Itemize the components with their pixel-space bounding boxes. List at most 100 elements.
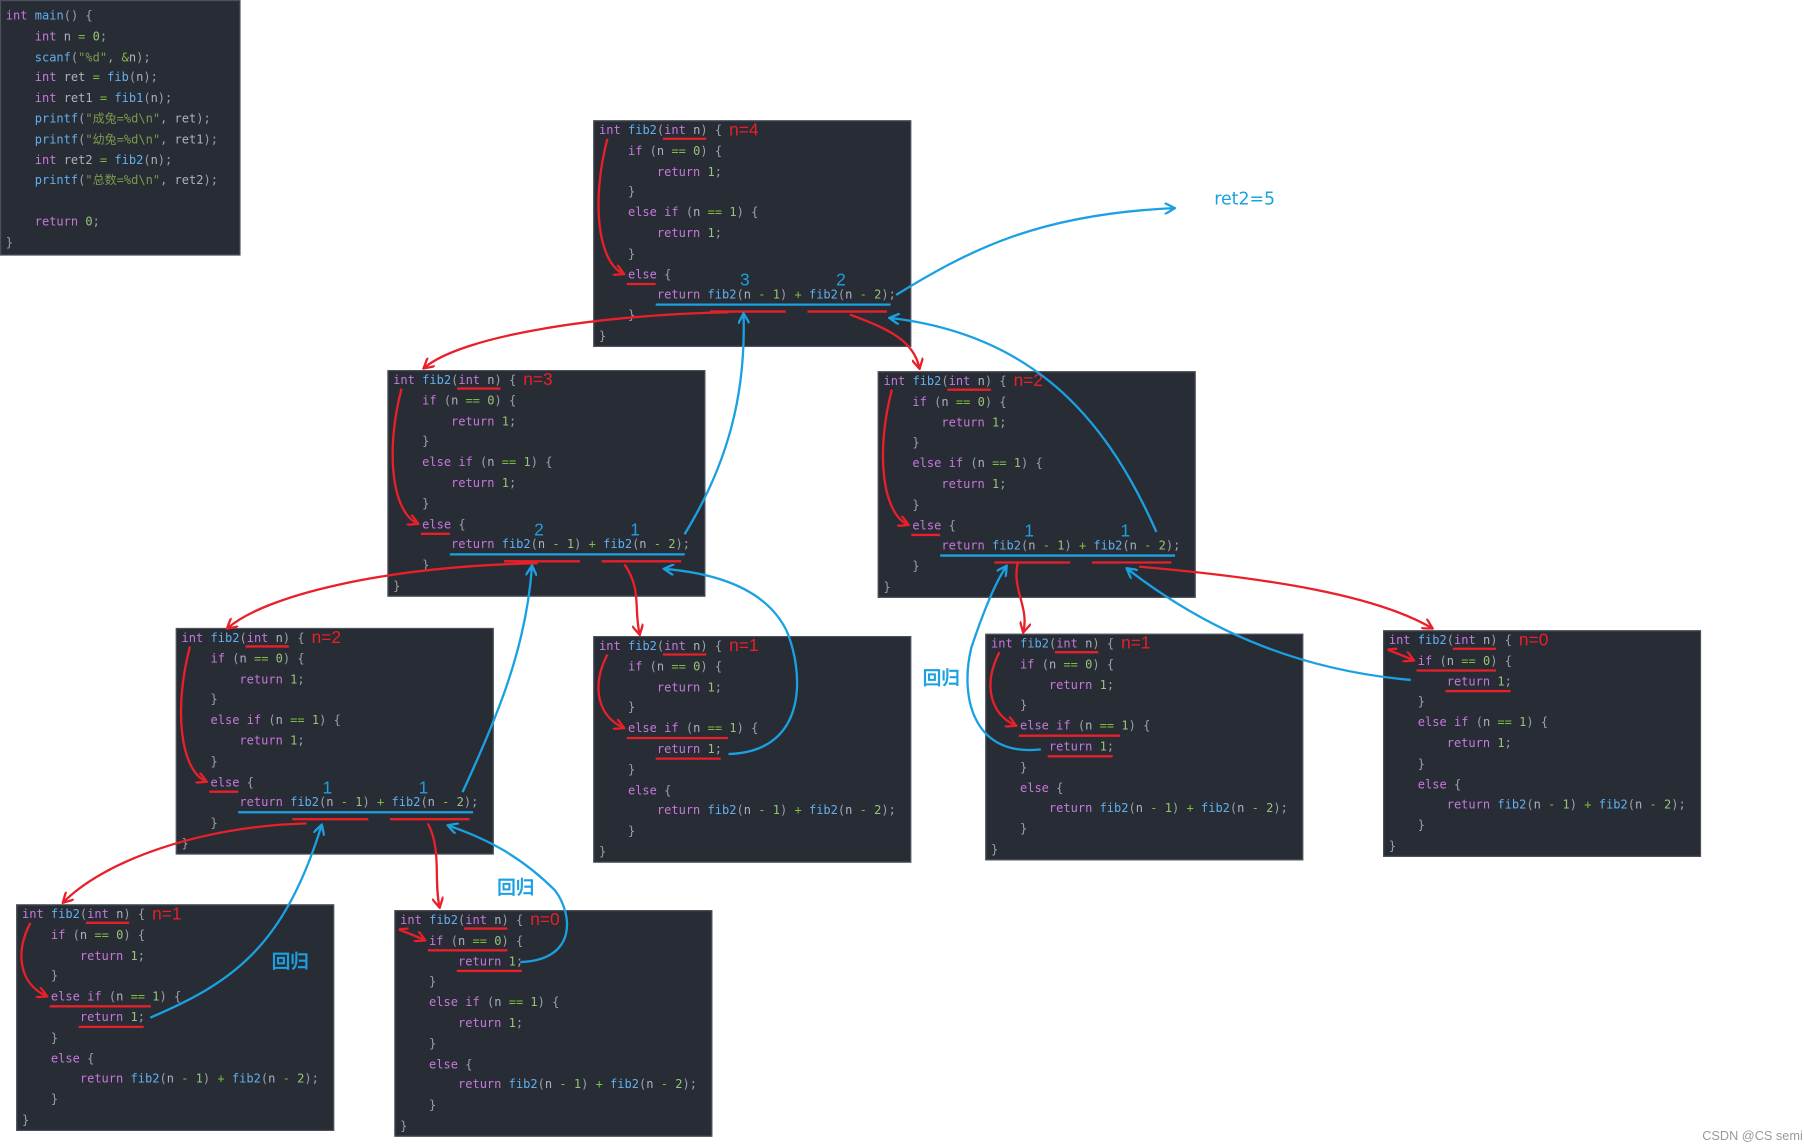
recursion-diagram: int main() { int n = 0; scanf("%d", &n);… [0, 0, 1804, 1147]
fib2-call-box-n2: int fib2(int n) { if (n == 0) { return 1… [877, 371, 1196, 598]
code-line: return 1; [451, 476, 517, 491]
n-value-label: n=1 [1121, 633, 1151, 654]
code-line: return fib2(n - 1) + fib2(n - 2); [941, 539, 1181, 554]
code-line: return 1; [1446, 674, 1512, 689]
main-function-code-box: int main() { int n = 0; scanf("%d", &n);… [0, 0, 241, 256]
code-line: return 1; [656, 742, 723, 757]
code-line: return 1; [656, 680, 723, 695]
code-line: } [1388, 839, 1397, 854]
n-value-label: n=0 [1518, 630, 1549, 650]
code-line: } [627, 308, 636, 323]
code-line: else { [210, 775, 254, 790]
n-value-label: n=2 [311, 627, 342, 648]
code-line: int n = 0; [34, 29, 108, 44]
code-line: } [422, 496, 430, 511]
code-line: printf("幼兔=%d\n", ret1); [34, 132, 218, 147]
code-line: } [883, 580, 891, 595]
code-line: int ret = fib(n); [34, 70, 158, 85]
code-line: else { [1417, 777, 1462, 792]
code-line: else if (n == 1) { [50, 990, 182, 1004]
return-value-label: 2 [534, 519, 544, 540]
return-label: 回归 [271, 950, 309, 973]
code-line: if (n == 0) { [627, 144, 723, 159]
code-line: int ret1 = fib1(n); [34, 91, 173, 106]
n-value-label: n=2 [1013, 371, 1044, 391]
ret2-result-label: ret2=5 [1214, 188, 1276, 210]
code-line: else { [422, 517, 466, 532]
watermark: CSDN @CS semi [1702, 1129, 1803, 1144]
code-line: } [991, 842, 999, 857]
code-line: } [210, 754, 218, 769]
code-line: } [912, 436, 920, 451]
code-line: else if (n == 1) { [627, 206, 759, 220]
return-label: 回归 [497, 876, 535, 899]
code-line: } [1417, 818, 1426, 833]
code-line: return 0; [34, 215, 100, 229]
code-line: if (n == 0) { [1019, 657, 1115, 672]
code-line: return 1; [941, 415, 1007, 430]
code-line: } [422, 435, 430, 450]
code-line: scanf("%d", &n); [34, 50, 151, 65]
code-line: else { [627, 267, 672, 282]
code-line: else if (n == 1) { [912, 456, 1043, 471]
code-line: } [429, 1098, 437, 1113]
code-line: return fib2(n - 1) + fib2(n - 2); [656, 288, 896, 303]
code-line: return 1; [457, 954, 524, 969]
code-line: } [5, 235, 14, 250]
code-line: else if (n == 1) { [1019, 719, 1151, 734]
code-line: return 1; [239, 734, 305, 749]
code-line: } [627, 185, 636, 200]
code-line: else { [627, 783, 672, 798]
code-line: return 1; [239, 672, 305, 687]
code-line: } [50, 1031, 59, 1046]
fib2-call-box-n0: int fib2(int n) { if (n == 0) { return 1… [1383, 630, 1702, 857]
code-line: return 1; [1048, 740, 1115, 754]
return-label: 回归 [922, 667, 960, 690]
code-line: } [422, 558, 430, 573]
code-line: } [210, 816, 218, 831]
code-line: else { [912, 518, 956, 533]
fib2-call-box-n4: int fib2(int n) { if (n == 0) { return 1… [593, 120, 912, 347]
code-line: if (n == 0) { [1417, 654, 1512, 669]
return-value-label: 1 [322, 777, 333, 798]
return-value-label: 3 [739, 270, 750, 290]
code-line: else { [1019, 781, 1064, 796]
code-line: } [627, 762, 636, 777]
code-line: } [1417, 695, 1426, 710]
code-line: else { [429, 1057, 473, 1072]
code-line: } [912, 498, 920, 513]
code-line: } [393, 579, 401, 594]
code-line: return fib2(n - 1) + fib2(n - 2); [457, 1078, 697, 1093]
code-line: printf("总数=%d\n", ret2); [34, 173, 218, 188]
code-line: return fib2(n - 1) + fib2(n - 2); [79, 1072, 319, 1087]
code-line: return 1; [656, 226, 723, 241]
code-line: return 1; [451, 414, 517, 429]
code-line: if (n == 0) { [422, 394, 517, 408]
code-line: return fib2(n - 1) + fib2(n - 2); [451, 538, 691, 553]
n-value-label: n=1 [729, 636, 759, 656]
n-value-label: n=3 [523, 370, 553, 390]
fib2-call-box-n1: int fib2(int n) { if (n == 0) { return 1… [985, 633, 1304, 861]
code-line: return fib2(n - 1) + fib2(n - 2); [1048, 801, 1288, 816]
return-value-label: 2 [836, 270, 846, 290]
code-line: } [181, 837, 189, 852]
code-line: } [1019, 698, 1028, 713]
code-line: } [50, 1092, 59, 1107]
code-line: } [21, 1113, 30, 1128]
return-value-label: 1 [1120, 521, 1131, 541]
return-value-label: 1 [630, 519, 640, 540]
code-line: return 1; [656, 164, 723, 179]
code-line: } [627, 247, 636, 262]
fib2-call-box-n3: int fib2(int n) { if (n == 0) { return 1… [387, 370, 706, 597]
code-line: } [210, 693, 218, 708]
code-line: return fib2(n - 1) + fib2(n - 2); [1446, 798, 1686, 813]
code-line: } [429, 1037, 437, 1051]
code-line: if (n == 0) { [912, 395, 1007, 410]
code-line: } [1417, 757, 1426, 772]
code-line: } [429, 975, 437, 990]
code-line: else if (n == 1) { [627, 721, 759, 736]
code-line: if (n == 0) { [50, 928, 146, 943]
code-line: else if (n == 1) { [210, 713, 341, 728]
n-value-label: n=4 [729, 120, 759, 140]
code-line: else { [50, 1051, 95, 1066]
